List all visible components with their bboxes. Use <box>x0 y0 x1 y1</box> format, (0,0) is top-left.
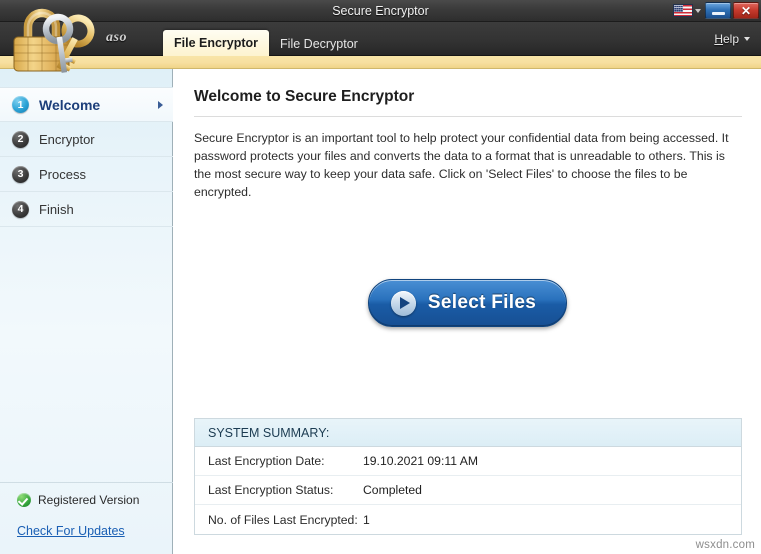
table-row: Last Encryption Date: 19.10.2021 09:11 A… <box>195 447 741 476</box>
header-bar: aso File Encryptor File Decryptor Help <box>0 22 761 56</box>
window-controls: ✕ <box>671 1 759 20</box>
page-title: Welcome to Secure Encryptor <box>194 88 414 106</box>
system-summary-panel: SYSTEM SUMMARY: Last Encryption Date: 19… <box>194 418 742 535</box>
summary-value: 19.10.2021 09:11 AM <box>363 454 478 468</box>
content-panel: Welcome to Secure Encryptor Secure Encry… <box>174 69 761 554</box>
body-area: 1 Welcome 2 Encryptor 3 Process 4 Finish <box>0 69 761 554</box>
title-bar: Secure Encryptor ✕ <box>0 0 761 22</box>
help-menu[interactable]: Help <box>714 32 750 46</box>
sidebar-item-label: Welcome <box>39 97 100 113</box>
sidebar-item-finish[interactable]: 4 Finish <box>0 192 173 227</box>
select-files-label: Select Files <box>428 292 536 314</box>
tab-file-encryptor[interactable]: File Encryptor <box>163 30 269 56</box>
chevron-down-icon <box>695 9 701 13</box>
system-summary-heading: SYSTEM SUMMARY: <box>195 419 741 447</box>
sidebar: 1 Welcome 2 Encryptor 3 Process 4 Finish <box>0 69 173 554</box>
check-for-updates-link[interactable]: Check For Updates <box>17 524 125 538</box>
summary-key: Last Encryption Status: <box>195 483 363 497</box>
application-window: Secure Encryptor ✕ aso File Encryptor Fi… <box>0 0 761 554</box>
brand-logo-text: aso <box>106 30 127 46</box>
step-number-badge: 1 <box>12 96 29 113</box>
wizard-steps-nav: 1 Welcome 2 Encryptor 3 Process 4 Finish <box>0 87 173 227</box>
help-label: Help <box>714 32 739 46</box>
close-icon: ✕ <box>734 3 758 18</box>
registered-version-label: Registered Version <box>38 493 139 507</box>
intro-text: Secure Encryptor is an important tool to… <box>194 129 742 201</box>
step-number-badge: 3 <box>12 166 29 183</box>
registration-status: Registered Version <box>17 493 139 507</box>
summary-key: No. of Files Last Encrypted: <box>195 513 363 527</box>
window-title: Secure Encryptor <box>0 0 761 22</box>
tab-bar: File Encryptor File Decryptor <box>163 27 369 56</box>
minimize-button[interactable] <box>705 2 731 19</box>
sidebar-item-label: Process <box>39 167 86 182</box>
sidebar-item-label: Finish <box>39 202 74 217</box>
help-accel-letter: H <box>714 32 723 46</box>
tab-file-decryptor[interactable]: File Decryptor <box>269 32 369 56</box>
table-row: Last Encryption Status: Completed <box>195 476 741 505</box>
sidebar-item-process[interactable]: 3 Process <box>0 157 173 192</box>
summary-key: Last Encryption Date: <box>195 454 363 468</box>
chevron-down-icon <box>744 37 750 41</box>
accent-bar <box>0 56 761 69</box>
chevron-right-icon <box>158 101 163 109</box>
sidebar-item-welcome[interactable]: 1 Welcome <box>0 87 173 122</box>
title-divider <box>194 116 742 117</box>
select-files-button[interactable]: Select Files <box>368 279 567 327</box>
play-circle-icon <box>391 291 416 316</box>
sidebar-footer: Registered Version Check For Updates <box>0 482 173 554</box>
table-row: No. of Files Last Encrypted: 1 <box>195 505 741 534</box>
step-number-badge: 2 <box>12 131 29 148</box>
us-flag-icon <box>673 4 693 17</box>
select-files-button-wrap: Select Files <box>174 279 761 327</box>
close-button[interactable]: ✕ <box>733 2 759 19</box>
summary-value: Completed <box>363 483 422 497</box>
sidebar-item-encryptor[interactable]: 2 Encryptor <box>0 122 173 157</box>
check-circle-icon <box>17 493 31 507</box>
language-selector[interactable] <box>671 2 703 19</box>
step-number-badge: 4 <box>12 201 29 218</box>
sidebar-item-label: Encryptor <box>39 132 95 147</box>
summary-value: 1 <box>363 513 370 527</box>
watermark: wsxdn.com <box>696 539 755 551</box>
